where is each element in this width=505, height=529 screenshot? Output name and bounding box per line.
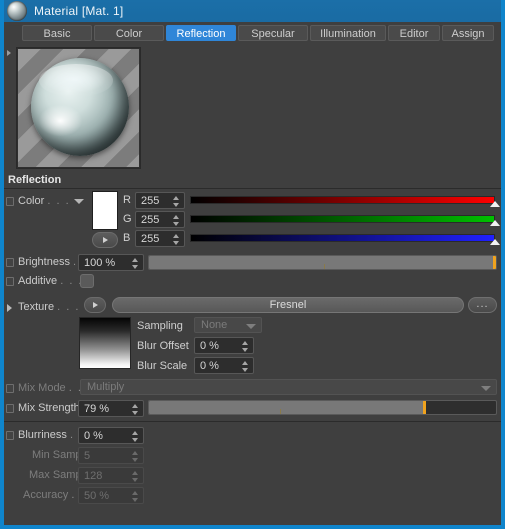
blur-scale-spinner[interactable] (242, 360, 249, 373)
brightness-slider-tick (324, 264, 325, 269)
blurriness-spinner[interactable] (132, 430, 139, 443)
channel-label-r: R (123, 194, 131, 206)
brightness-spinner[interactable] (132, 257, 139, 270)
max-samples-spinner[interactable] (132, 470, 139, 483)
sampling-dropdown[interactable]: None (194, 317, 262, 333)
brightness-enable-checkbox[interactable] (6, 258, 14, 267)
mix-strength-enable-checkbox[interactable] (6, 404, 14, 413)
color-b-slider-marker[interactable] (490, 239, 500, 245)
sampling-value: None (201, 319, 228, 331)
mix-strength-slider-knob[interactable] (423, 401, 426, 414)
mix-strength-value: 79 % (84, 403, 110, 415)
tab-color[interactable]: Color (94, 25, 164, 41)
group-header-label: Reflection (8, 174, 62, 186)
color-label: Color . . . (18, 195, 71, 207)
tab-bar: Basic Color Reflection Specular Illumina… (4, 22, 501, 44)
tab-basic[interactable]: Basic (22, 25, 92, 41)
color-r-spinner[interactable] (173, 195, 180, 208)
color-g-value: 255 (141, 214, 160, 226)
preview-sphere (31, 58, 129, 156)
blurriness-value: 0 % (84, 430, 103, 442)
blur-scale-input[interactable]: 0 % (194, 357, 254, 374)
mix-strength-input[interactable]: 79 % (78, 400, 144, 417)
preview-collapse-arrow[interactable] (7, 50, 11, 56)
color-b-input[interactable]: 255 (135, 230, 185, 247)
brightness-slider-fill (149, 256, 496, 269)
color-g-slider-marker[interactable] (490, 220, 500, 226)
mix-strength-slider-tick (280, 409, 281, 414)
channel-label-b: B (123, 232, 131, 244)
mix-strength-spinner[interactable] (132, 403, 139, 416)
sampling-chevron-down-icon (246, 324, 256, 329)
min-samples-input[interactable]: 5 (78, 447, 144, 464)
blur-offset-spinner[interactable] (242, 340, 249, 353)
tab-assign[interactable]: Assign (442, 25, 494, 41)
accuracy-value: 50 % (84, 490, 110, 502)
color-g-gradient[interactable] (190, 215, 495, 223)
window-titlebar[interactable]: Material [Mat. 1] (4, 0, 501, 22)
group-header-reflection: Reflection (4, 173, 501, 189)
texture-name-field[interactable]: Fresnel (112, 297, 464, 313)
blur-scale-value: 0 % (200, 360, 219, 372)
color-r-slider-marker[interactable] (490, 201, 500, 207)
brightness-label: Brightness . . (18, 256, 87, 268)
color-g-spinner[interactable] (173, 214, 180, 227)
color-b-spinner[interactable] (173, 233, 180, 246)
panel-bottom-filler (4, 508, 501, 525)
brightness-slider-knob[interactable] (493, 256, 496, 269)
sampling-label: Sampling (137, 320, 183, 332)
texture-expand-triangle-icon[interactable] (7, 304, 12, 312)
blurriness-enable-checkbox[interactable] (6, 431, 14, 440)
material-editor-window: Material [Mat. 1] Basic Color Reflection… (4, 0, 501, 525)
accuracy-spinner[interactable] (132, 490, 139, 503)
blur-offset-value: 0 % (200, 340, 219, 352)
tab-editor[interactable]: Editor (388, 25, 440, 41)
color-r-value: 255 (141, 195, 160, 207)
mix-mode-value: Multiply (87, 381, 125, 393)
color-b-value: 255 (141, 233, 160, 245)
section-divider (4, 421, 501, 422)
color-r-gradient[interactable] (190, 196, 495, 204)
max-samples-value: 128 (84, 470, 103, 482)
mix-strength-label: Mix Strength (18, 402, 80, 414)
texture-browse-button[interactable]: ... (468, 297, 497, 313)
min-samples-value: 5 (84, 450, 91, 462)
blur-scale-label: Blur Scale (137, 360, 188, 372)
color-label-dots: . . . (47, 195, 71, 207)
mix-strength-slider-fill (149, 401, 424, 414)
color-expand-chevron-down-icon[interactable] (74, 199, 84, 204)
texture-dropdown-button[interactable] (84, 297, 106, 313)
mix-mode-dropdown[interactable]: Multiply (80, 379, 497, 395)
tab-specular[interactable]: Specular (238, 25, 308, 41)
color-r-input[interactable]: 255 (135, 192, 185, 209)
blur-offset-input[interactable]: 0 % (194, 337, 254, 354)
additive-enable-checkbox[interactable] (6, 277, 14, 286)
color-picker-button[interactable] (92, 232, 118, 248)
material-preview[interactable] (16, 47, 141, 169)
brightness-value: 100 % (84, 257, 116, 269)
color-swatch[interactable] (92, 191, 118, 230)
additive-checkbox[interactable] (80, 274, 94, 288)
blurriness-input[interactable]: 0 % (78, 427, 144, 444)
color-enable-checkbox[interactable] (6, 197, 14, 206)
tab-illumination[interactable]: Illumination (310, 25, 386, 41)
brightness-input[interactable]: 100 % (78, 254, 144, 271)
blur-offset-label: Blur Offset (137, 340, 189, 352)
tab-reflection[interactable]: Reflection (166, 25, 236, 41)
mix-mode-enable-checkbox[interactable] (6, 384, 14, 393)
color-b-gradient[interactable] (190, 234, 495, 242)
brightness-slider[interactable] (148, 255, 497, 270)
window-title: Material [Mat. 1] (34, 4, 124, 18)
material-sphere-icon (7, 1, 27, 21)
texture-label: Texture . . . . (18, 301, 90, 313)
max-samples-input[interactable]: 128 (78, 467, 144, 484)
min-samples-spinner[interactable] (132, 450, 139, 463)
mix-mode-chevron-down-icon (481, 386, 491, 391)
mix-strength-slider[interactable] (148, 400, 497, 415)
row-additive: Additive . . . . (4, 272, 501, 292)
color-g-input[interactable]: 255 (135, 211, 185, 228)
channel-label-g: G (123, 213, 132, 225)
accuracy-input[interactable]: 50 % (78, 487, 144, 504)
